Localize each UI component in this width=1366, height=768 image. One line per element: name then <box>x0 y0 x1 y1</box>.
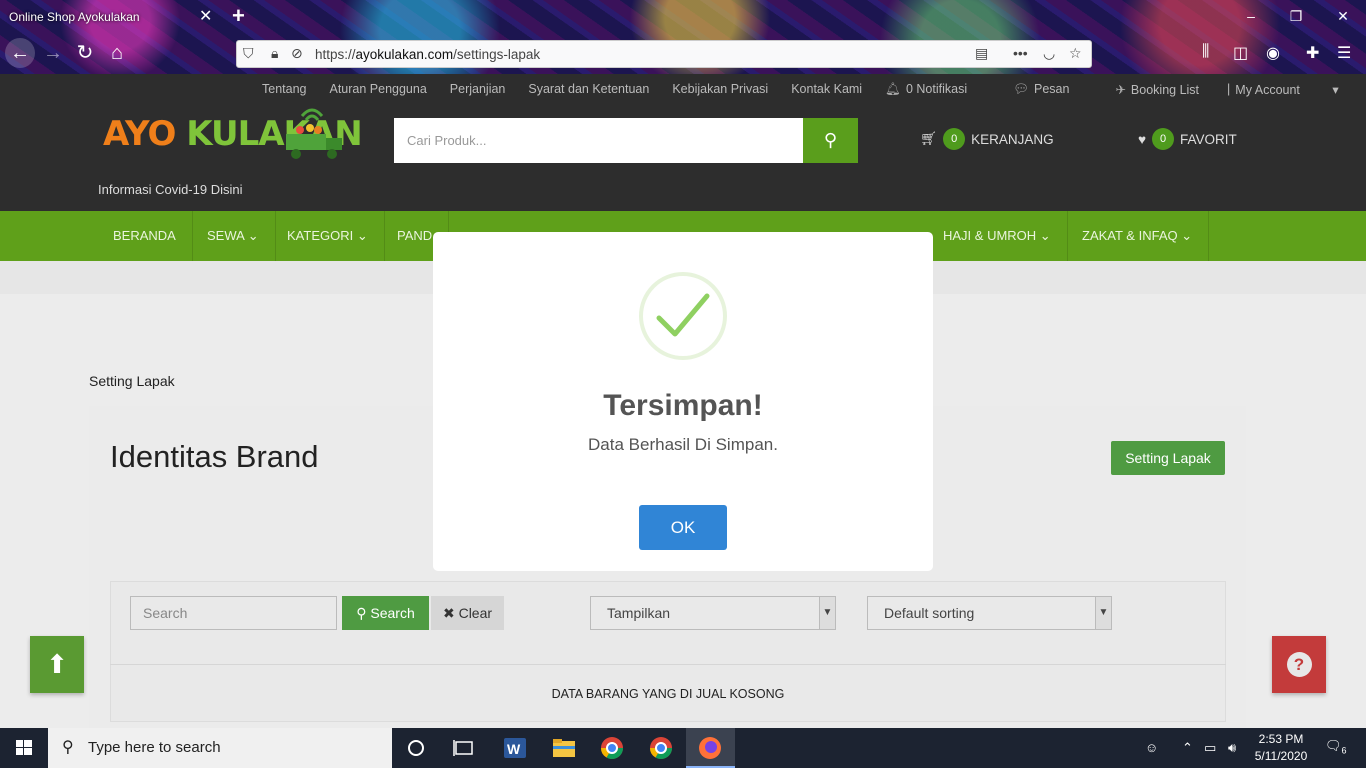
success-check-icon <box>639 272 727 360</box>
success-dialog: Tersimpan! Data Berhasil Di Simpan. OK <box>433 232 933 571</box>
reader-view-icon[interactable]: ▤ <box>975 45 988 62</box>
pocket-icon[interactable]: ◡ <box>1043 45 1055 62</box>
tab-close-icon[interactable]: ✕ <box>199 6 212 26</box>
back-icon[interactable]: ← <box>5 38 35 68</box>
windows-start-icon[interactable] <box>0 728 48 768</box>
reload-icon[interactable]: ↻ <box>70 38 100 68</box>
home-icon[interactable]: ⌂ <box>102 38 132 68</box>
people-icon[interactable]: ☺ <box>1145 740 1158 755</box>
search-icon: ⚲ <box>62 739 74 756</box>
ok-button[interactable]: OK <box>639 505 727 550</box>
task-view-icon[interactable] <box>440 728 489 768</box>
chevron-up-icon[interactable]: ⌃ <box>1182 740 1193 756</box>
volume-icon[interactable]: 🔊︎ <box>1228 740 1236 756</box>
firefox-app-icon[interactable] <box>686 728 735 768</box>
windows-taskbar: ⚲ Type here to search W ☺ ⌃ ▭ 🔊︎ 2:53 PM… <box>0 728 1366 768</box>
new-tab-icon[interactable]: + <box>232 3 245 29</box>
address-bar[interactable]: ⛉ 🔒︎ ⊘ https://ayokulakan.com/settings-l… <box>236 40 1092 68</box>
forward-icon[interactable]: → <box>38 38 68 68</box>
shield-icon[interactable]: ⛉ <box>243 45 254 62</box>
sidebar-icon[interactable]: ◫ <box>1233 43 1248 63</box>
restore-icon[interactable]: ❐ <box>1284 5 1308 27</box>
notifications-icon[interactable]: 🗨︎6 <box>1325 738 1347 756</box>
more-actions-icon[interactable]: ••• <box>1013 45 1028 61</box>
network-icon[interactable]: ▭ <box>1204 740 1216 756</box>
chrome-app-icon-2[interactable] <box>637 728 686 768</box>
browser-tab-title[interactable]: Online Shop Ayokulakan <box>9 10 140 24</box>
menu-icon[interactable]: ☰ <box>1337 43 1351 63</box>
dialog-message: Data Berhasil Di Simpan. <box>588 435 778 454</box>
dialog-title: Tersimpan! <box>603 389 763 422</box>
minimize-icon[interactable]: – <box>1239 5 1263 27</box>
word-app-icon[interactable]: W <box>490 728 539 768</box>
tracking-icon: ⊘ <box>291 45 303 61</box>
browser-chrome: Online Shop Ayokulakan ✕ + – ❐ ✕ ← → ↻ ⌂… <box>0 0 1366 74</box>
chrome-app-icon[interactable] <box>588 728 637 768</box>
cortana-icon[interactable] <box>392 728 441 768</box>
bookmark-star-icon[interactable]: ☆ <box>1069 45 1082 62</box>
taskbar-search[interactable]: ⚲ Type here to search <box>48 728 392 768</box>
url-text[interactable]: https://ayokulakan.com/settings-lapak <box>315 47 540 62</box>
extensions-icon[interactable]: ✚ <box>1306 43 1319 63</box>
svg-text:W: W <box>507 741 521 757</box>
library-icon[interactable]: ⫼ <box>1202 43 1209 61</box>
account-icon[interactable]: ◉ <box>1266 43 1280 63</box>
window-close-icon[interactable]: ✕ <box>1331 5 1355 27</box>
system-clock[interactable]: 2:53 PM 5/11/2020 <box>1250 731 1312 765</box>
lock-icon[interactable]: 🔒︎ <box>271 45 278 62</box>
file-explorer-icon[interactable] <box>539 728 588 768</box>
